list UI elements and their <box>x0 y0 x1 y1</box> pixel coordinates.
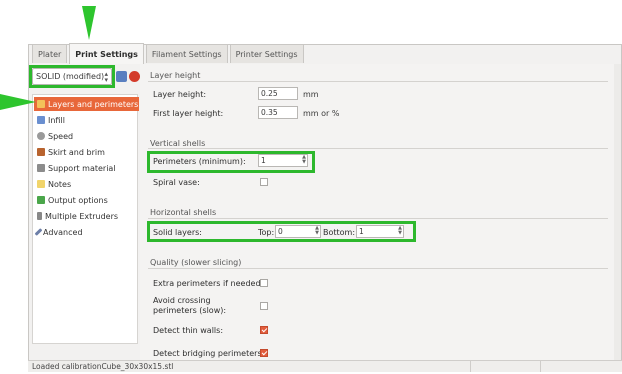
tab-bar: Plater Print Settings Filament Settings … <box>32 43 306 64</box>
first-layer-height-unit: mm or % <box>303 109 340 118</box>
section-divider <box>148 218 608 219</box>
notes-icon <box>37 180 45 188</box>
tab-plater[interactable]: Plater <box>32 44 68 63</box>
delete-preset-icon[interactable] <box>129 71 140 82</box>
first-layer-height-label: First layer height: <box>153 109 224 118</box>
layer-height-unit: mm <box>303 90 319 99</box>
status-bar: Loaded calibrationCube_30x30x15.stl <box>28 360 622 372</box>
detect-thin-walls-checkbox[interactable] <box>260 326 268 334</box>
layer-height-label: Layer height: <box>153 90 207 99</box>
tab-printer-settings[interactable]: Printer Settings <box>229 44 304 63</box>
sidebar-item-notes[interactable]: Notes <box>37 177 71 191</box>
highlight-perimeters <box>147 151 315 173</box>
spiral-vase-label: Spiral vase: <box>153 178 200 187</box>
sidebar-item-skirt-and-brim[interactable]: Skirt and brim <box>37 145 105 159</box>
detect-bridging-checkbox[interactable] <box>260 349 268 357</box>
first-layer-height-input[interactable]: 0.35 <box>258 106 298 119</box>
section-layer-height: Layer height <box>150 71 201 80</box>
skirt-icon <box>37 148 45 156</box>
tab-filament-settings[interactable]: Filament Settings <box>145 44 228 63</box>
save-preset-icon[interactable] <box>116 71 127 82</box>
avoid-crossing-checkbox[interactable] <box>260 302 268 310</box>
status-divider <box>540 361 541 372</box>
layer-height-input[interactable]: 0.25 <box>258 87 298 100</box>
spiral-vase-checkbox[interactable] <box>260 178 268 186</box>
section-horizontal-shells: Horizontal shells <box>150 208 217 217</box>
sidebar-item-multiple-extruders[interactable]: Multiple Extruders <box>37 209 118 223</box>
sidebar-item-advanced[interactable]: Advanced <box>34 225 83 239</box>
support-icon <box>37 164 45 172</box>
detect-bridging-label: Detect bridging perimeters: <box>153 349 265 358</box>
avoid-crossing-label: Avoid crossing perimeters (slow): <box>153 296 227 315</box>
sidebar-item-layers-and-perimeters[interactable]: Layers and perimeters <box>34 97 139 111</box>
highlight-solid-layers <box>147 221 416 242</box>
infill-icon <box>37 116 45 124</box>
section-vertical-shells: Vertical shells <box>150 139 206 148</box>
extra-perimeters-checkbox[interactable] <box>260 279 268 287</box>
extra-perimeters-label: Extra perimeters if needed: <box>153 279 264 288</box>
layers-icon <box>37 100 45 108</box>
wrench-icon <box>34 228 43 236</box>
extruders-icon <box>37 212 42 220</box>
status-text: Loaded calibrationCube_30x30x15.stl <box>32 362 174 371</box>
section-divider <box>148 81 608 82</box>
status-divider <box>470 361 471 372</box>
right-arrow-icon <box>0 94 36 110</box>
section-divider <box>148 148 608 149</box>
speed-icon <box>37 132 45 140</box>
section-quality: Quality (slower slicing) <box>150 258 242 267</box>
section-divider <box>148 268 608 269</box>
output-icon <box>37 196 45 204</box>
settings-scrollbar[interactable] <box>614 64 621 360</box>
sidebar-item-infill[interactable]: Infill <box>37 113 65 127</box>
detect-thin-walls-label: Detect thin walls: <box>153 326 224 335</box>
sidebar-item-output-options[interactable]: Output options <box>37 193 108 207</box>
down-arrow-icon <box>82 6 96 40</box>
highlight-preset-select <box>29 65 115 88</box>
sidebar-item-speed[interactable]: Speed <box>37 129 73 143</box>
settings-category-list: Layers and perimeters Infill Speed Skirt… <box>32 94 139 344</box>
sidebar-item-support-material[interactable]: Support material <box>37 161 116 175</box>
tab-print-settings[interactable]: Print Settings <box>69 43 144 64</box>
